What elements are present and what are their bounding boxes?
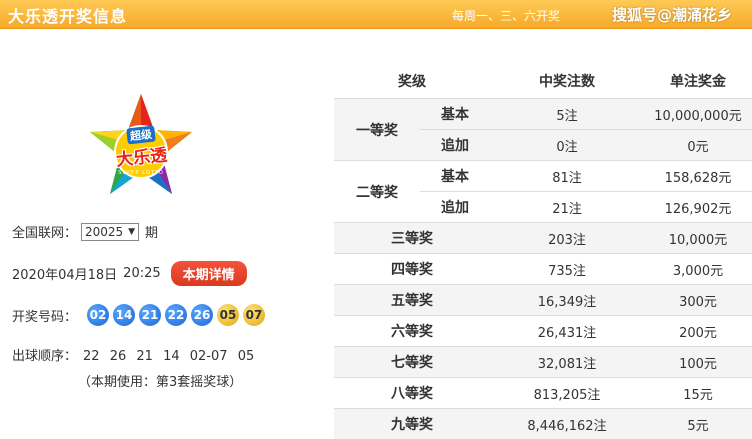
prize-amount: 10,000元 [644, 223, 752, 254]
table-row: 四等奖 735注 3,000元 [334, 254, 752, 285]
order-number: 02-07 [190, 349, 228, 364]
front-ball: 26 [191, 304, 213, 326]
prize-level: 六等奖 [334, 316, 490, 347]
table-header-row: 奖级 中奖注数 单注奖金 [334, 64, 752, 99]
draw-date: 2020年04月18日 [12, 264, 117, 283]
table-row: 八等奖 813,205注 15元 [334, 378, 752, 409]
numbers-label: 开奖号码： [12, 306, 77, 325]
order-label: 出球顺序： [12, 349, 77, 364]
prize-level: 三等奖 [334, 223, 490, 254]
winner-count: 813,205注 [490, 378, 644, 409]
prize-amount: 126,902元 [644, 192, 752, 223]
order-number: 05 [238, 349, 255, 364]
prize-table: 奖级 中奖注数 单注奖金 一等奖 基本 5注 10,000,000元 追加 0注… [334, 64, 752, 439]
table-row: 一等奖 基本 5注 10,000,000元 [334, 99, 752, 130]
balls-group: 02 14 21 22 26 05 07 [87, 304, 269, 326]
winner-count: 203注 [490, 223, 644, 254]
header-bar: 大乐透开奖信息 每周一、三、六开奖 搜狐号@潮涌花乡 [0, 0, 752, 29]
header-prize: 单注奖金 [644, 64, 752, 99]
issue-select[interactable]: 20025 ▼ [81, 223, 139, 241]
order-number: 14 [163, 349, 180, 364]
front-ball: 14 [113, 304, 135, 326]
logo-sub-text: SUPER LOTTO [118, 170, 164, 176]
winner-count: 81注 [490, 161, 644, 192]
issue-label: 全国联网： [12, 222, 77, 241]
draw-date-row: 2020年04月18日 20:25 本期详情 [12, 261, 247, 286]
issue-suffix: 期 [145, 222, 158, 241]
prize-sub: 基本 [420, 161, 490, 192]
prize-level: 七等奖 [334, 347, 490, 378]
prize-sub: 追加 [420, 130, 490, 161]
header-count: 中奖注数 [490, 64, 644, 99]
winner-count: 0注 [490, 130, 644, 161]
prize-amount: 158,628元 [644, 161, 752, 192]
winner-count: 16,349注 [490, 285, 644, 316]
order-number: 21 [136, 349, 153, 364]
prize-amount: 15元 [644, 378, 752, 409]
detail-button[interactable]: 本期详情 [171, 261, 247, 286]
prize-level: 二等奖 [334, 161, 420, 223]
draw-schedule: 每周一、三、六开奖 [452, 7, 560, 24]
header-level: 奖级 [334, 64, 490, 99]
prize-amount: 300元 [644, 285, 752, 316]
winner-count: 21注 [490, 192, 644, 223]
prize-level: 八等奖 [334, 378, 490, 409]
prize-amount: 200元 [644, 316, 752, 347]
back-ball: 05 [217, 304, 239, 326]
prize-sub: 基本 [420, 99, 490, 130]
prize-level: 一等奖 [334, 99, 420, 161]
prize-level: 四等奖 [334, 254, 490, 285]
back-ball: 07 [243, 304, 265, 326]
order-number: 22 [83, 349, 100, 364]
prize-amount: 10,000,000元 [644, 99, 752, 130]
winner-count: 5注 [490, 99, 644, 130]
table-row: 六等奖 26,431注 200元 [334, 316, 752, 347]
chevron-down-icon: ▼ [128, 227, 135, 237]
table-row: 二等奖 基本 81注 158,628元 [334, 161, 752, 192]
winner-count: 32,081注 [490, 347, 644, 378]
watermark: 搜狐号@潮涌花乡 [612, 4, 732, 25]
winner-count: 8,446,162注 [490, 409, 644, 439]
prize-level: 五等奖 [334, 285, 490, 316]
draw-time: 20:25 [123, 266, 160, 281]
prize-amount: 0元 [644, 130, 752, 161]
draw-order-row: 出球顺序： 22 26 21 14 02-07 05 [12, 345, 254, 364]
front-ball: 22 [165, 304, 187, 326]
prize-amount: 100元 [644, 347, 752, 378]
table-row: 九等奖 8,446,162注 5元 [334, 409, 752, 439]
issue-row: 全国联网： 20025 ▼ 期 [12, 222, 158, 241]
prize-amount: 3,000元 [644, 254, 752, 285]
winner-count: 735注 [490, 254, 644, 285]
order-number: 26 [110, 349, 127, 364]
winning-numbers-row: 开奖号码： 02 14 21 22 26 05 07 [12, 304, 269, 326]
table-row: 三等奖 203注 10,000元 [334, 223, 752, 254]
table-row: 五等奖 16,349注 300元 [334, 285, 752, 316]
logo-main-text: 大乐透 [114, 140, 167, 170]
prize-sub: 追加 [420, 192, 490, 223]
prize-level: 九等奖 [334, 409, 490, 439]
prize-amount: 5元 [644, 409, 752, 439]
super-lotto-logo: 超级 大乐透 SUPER LOTTO [86, 92, 196, 202]
winner-count: 26,431注 [490, 316, 644, 347]
front-ball: 21 [139, 304, 161, 326]
table-row: 七等奖 32,081注 100元 [334, 347, 752, 378]
issue-selected-value: 20025 [85, 225, 123, 239]
ball-set-note: （本期使用：第3套摇奖球） [78, 371, 242, 390]
front-ball: 02 [87, 304, 109, 326]
page-title: 大乐透开奖信息 [8, 3, 127, 27]
